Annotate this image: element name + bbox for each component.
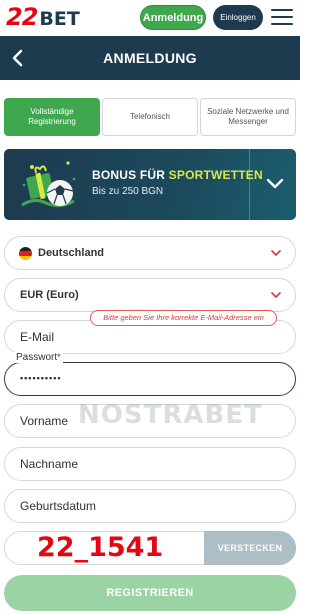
- bonus-subtitle: Bis zu 250 BGN: [92, 186, 164, 197]
- promo-code-value: 22_1541: [37, 532, 164, 563]
- register-button-top[interactable]: Anmeldung: [140, 5, 206, 30]
- chevron-down-icon[interactable]: [262, 171, 288, 197]
- currency-select[interactable]: EUR (Euro): [4, 278, 296, 312]
- hide-promo-button[interactable]: VERSTECKEN: [204, 531, 296, 565]
- top-header: 22 BET Anmeldung Einloggen: [0, 0, 300, 36]
- bonus-banner[interactable]: BONUS FÜR SPORTWETTEN Bis zu 250 BGN: [4, 149, 296, 220]
- page-title: ANMELDUNG: [103, 50, 197, 66]
- tab-phone[interactable]: Telefonisch: [102, 98, 198, 136]
- email-error-message: Bitte geben Sie Ihre korrekte E-Mail-Adr…: [90, 310, 277, 326]
- country-select[interactable]: Deutschland: [4, 236, 296, 270]
- login-button[interactable]: Einloggen: [213, 5, 263, 30]
- chevron-down-icon: [271, 292, 281, 299]
- password-label: Passwort*: [14, 352, 63, 363]
- firstname-placeholder: Vorname: [20, 414, 69, 428]
- country-value: Deutschland: [38, 247, 105, 259]
- tab-full-registration[interactable]: Vollständige Registrierung: [4, 98, 100, 136]
- bonus-gift-ball-icon: [21, 161, 76, 208]
- menu-icon[interactable]: [271, 9, 293, 27]
- birthdate-placeholder: Geburtsdatum: [20, 499, 97, 513]
- birthdate-field[interactable]: Geburtsdatum: [4, 489, 296, 523]
- register-submit-button[interactable]: REGISTRIEREN: [4, 575, 296, 611]
- lastname-field[interactable]: Nachname: [4, 447, 296, 481]
- title-bar: ANMELDUNG: [0, 36, 300, 80]
- currency-value: EUR (Euro): [20, 289, 79, 301]
- password-field[interactable]: ••••••••••: [4, 362, 296, 396]
- chevron-down-icon: [271, 250, 281, 257]
- bonus-title: BONUS FÜR SPORTWETTEN: [92, 168, 263, 182]
- bonus-divider: [249, 149, 250, 220]
- watermark: NOSTRABET: [78, 400, 263, 430]
- brand-logo[interactable]: 22 BET: [6, 4, 80, 32]
- password-value: ••••••••••: [20, 373, 62, 383]
- tab-social[interactable]: Soziale Netzwerke und Messenger: [200, 98, 296, 136]
- email-placeholder: E-Mail: [20, 330, 55, 344]
- germany-flag-icon: [19, 247, 32, 260]
- lastname-placeholder: Nachname: [20, 457, 79, 471]
- promo-code-field[interactable]: 22_1541 VERSTECKEN: [4, 531, 296, 565]
- registration-tabs: Vollständige Registrierung Telefonisch S…: [4, 98, 296, 136]
